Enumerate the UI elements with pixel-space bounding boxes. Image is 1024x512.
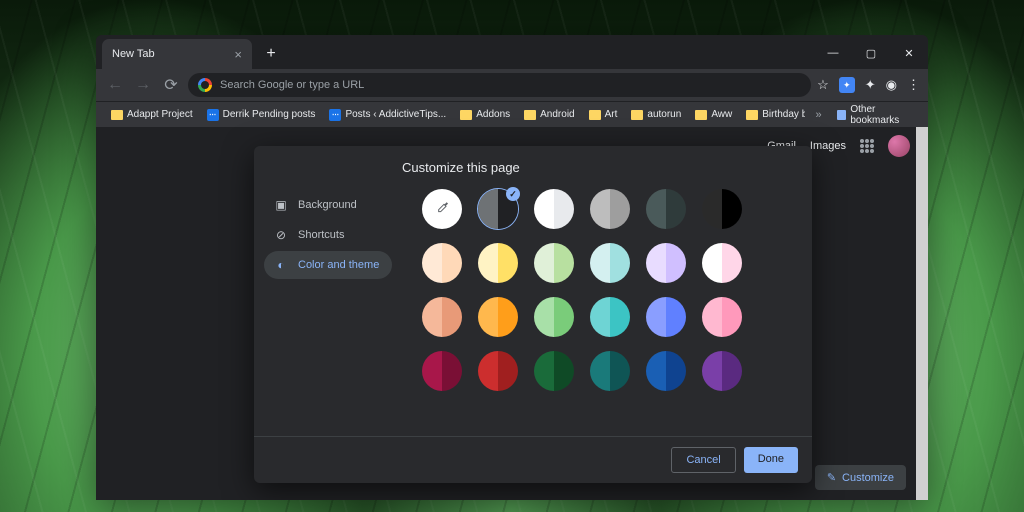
color-swatch[interactable] <box>534 189 574 229</box>
sidebar-item-shortcuts[interactable]: ⊘Shortcuts <box>264 221 392 249</box>
eyedropper-icon <box>434 201 450 217</box>
folder-icon <box>631 110 643 120</box>
color-swatch[interactable] <box>646 189 686 229</box>
cancel-button[interactable]: Cancel <box>671 447 735 473</box>
bookmark-item[interactable]: ⋯Posts ‹ AddictiveTips... <box>324 107 451 123</box>
dialog-sidebar: ▣Background⊘Shortcuts◐Color and theme <box>254 187 402 436</box>
bookmark-item[interactable]: Addons <box>455 107 515 122</box>
bookmark-item[interactable]: autorun <box>626 107 686 122</box>
bookmark-item[interactable]: Art <box>584 107 623 122</box>
color-swatch[interactable] <box>422 351 462 391</box>
customize-button[interactable]: ✎ Customize <box>815 465 906 490</box>
sidebar-item-color[interactable]: ◐Color and theme <box>264 251 392 279</box>
close-window-button[interactable]: ✕ <box>890 37 928 69</box>
color-swatch[interactable]: ✓ <box>478 189 518 229</box>
reload-button[interactable]: ⟳ <box>160 74 182 96</box>
color-swatch[interactable] <box>702 243 742 283</box>
other-bookmarks-folder[interactable]: Other bookmarks <box>832 102 918 128</box>
bookmark-item[interactable]: Adappt Project <box>106 107 198 122</box>
color-swatch[interactable] <box>646 351 686 391</box>
color-swatch-grid: ✓ <box>402 187 812 436</box>
dialog-footer: Cancel Done <box>254 436 812 483</box>
color-swatch[interactable] <box>478 243 518 283</box>
extension-icon[interactable]: ✦ <box>839 77 855 93</box>
omnibox-placeholder: Search Google or type a URL <box>220 79 364 91</box>
user-avatar[interactable] <box>888 135 910 157</box>
bookmark-item[interactable]: Aww <box>690 107 737 122</box>
color-swatch[interactable] <box>590 189 630 229</box>
back-button[interactable]: ← <box>104 74 126 96</box>
folder-icon <box>524 110 536 120</box>
color-swatch[interactable] <box>646 297 686 337</box>
check-icon: ✓ <box>506 187 520 201</box>
color-swatch[interactable] <box>702 189 742 229</box>
palette-icon: ◐ <box>274 258 288 272</box>
color-swatch[interactable] <box>478 297 518 337</box>
color-swatch[interactable] <box>534 297 574 337</box>
menu-icon[interactable]: ⋮ <box>907 77 920 93</box>
forward-button[interactable]: → <box>132 74 154 96</box>
bookmark-item[interactable]: Birthday bash <box>741 107 805 122</box>
folder-icon <box>111 110 123 120</box>
address-bar[interactable]: Search Google or type a URL <box>188 73 811 97</box>
site-icon: ⋯ <box>329 109 341 121</box>
custom-color-swatch[interactable] <box>422 189 462 229</box>
color-swatch[interactable] <box>422 243 462 283</box>
done-button[interactable]: Done <box>744 447 798 473</box>
image-icon: ▣ <box>274 198 288 212</box>
color-swatch[interactable] <box>702 351 742 391</box>
site-icon: ⋯ <box>207 109 219 121</box>
color-swatch[interactable] <box>534 243 574 283</box>
search-engine-icon <box>198 78 212 92</box>
folder-icon <box>589 110 601 120</box>
apps-grid-icon[interactable] <box>860 139 874 153</box>
folder-icon <box>837 110 847 120</box>
bookmark-star-icon[interactable]: ☆ <box>817 77 829 93</box>
maximize-button[interactable]: ▢ <box>852 37 890 69</box>
folder-icon <box>746 110 758 120</box>
bookmarks-bar: Adappt Project ⋯Derrik Pending posts⋯Post… <box>96 101 928 127</box>
sidebar-item-background[interactable]: ▣Background <box>264 191 392 219</box>
color-swatch[interactable] <box>646 243 686 283</box>
color-swatch[interactable] <box>478 351 518 391</box>
browser-tab[interactable]: New Tab × <box>102 39 252 69</box>
new-tab-button[interactable]: + <box>258 41 284 67</box>
color-swatch[interactable] <box>590 297 630 337</box>
folder-icon <box>695 110 707 120</box>
color-swatch[interactable] <box>702 297 742 337</box>
browser-window: New Tab × + — ▢ ✕ ← → ⟳ Search Google or… <box>96 35 928 500</box>
color-swatch[interactable] <box>534 351 574 391</box>
window-controls: — ▢ ✕ <box>814 37 928 69</box>
customize-dialog: Customize this page ▣Background⊘Shortcut… <box>254 146 812 483</box>
bookmark-item[interactable]: ⋯Derrik Pending posts <box>202 107 321 123</box>
tab-title: New Tab <box>112 48 155 60</box>
extensions-puzzle-icon[interactable]: ✦ <box>865 77 876 93</box>
color-swatch[interactable] <box>590 351 630 391</box>
images-link[interactable]: Images <box>810 140 846 152</box>
folder-icon <box>460 110 472 120</box>
dialog-title: Customize this page <box>254 146 812 187</box>
new-tab-page: Gmail Images ✎ Customize Customize this … <box>96 127 928 500</box>
close-tab-icon[interactable]: × <box>234 47 242 62</box>
scrollbar[interactable] <box>916 127 928 500</box>
color-swatch[interactable] <box>590 243 630 283</box>
link-icon: ⊘ <box>274 228 288 242</box>
color-swatch[interactable] <box>422 297 462 337</box>
profile-icon[interactable]: ◉ <box>886 77 897 93</box>
pencil-icon: ✎ <box>827 471 836 484</box>
titlebar: New Tab × + — ▢ ✕ <box>96 35 928 69</box>
bookmark-item[interactable]: Android <box>519 107 579 122</box>
toolbar: ← → ⟳ Search Google or type a URL ☆ ✦ ✦ … <box>96 69 928 101</box>
bookmarks-overflow-button[interactable]: » <box>809 109 827 121</box>
minimize-button[interactable]: — <box>814 37 852 69</box>
